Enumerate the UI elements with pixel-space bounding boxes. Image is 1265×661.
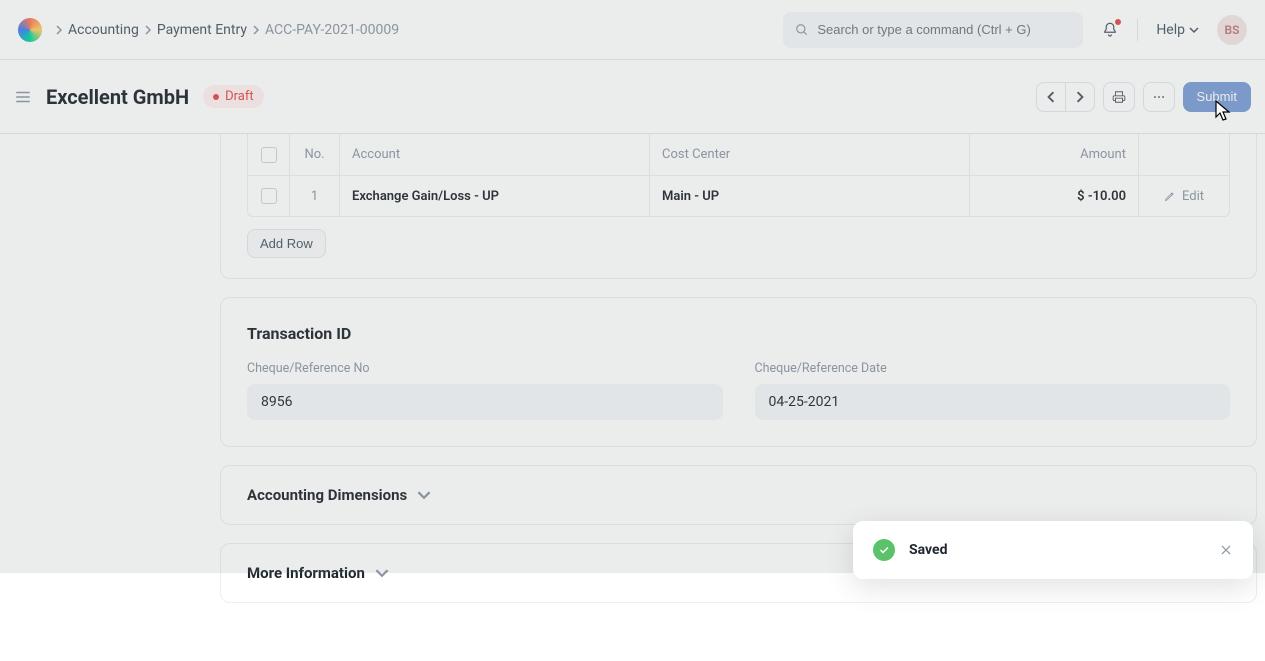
- top-navbar: Accounting Payment Entry ACC-PAY-2021-00…: [0, 0, 1265, 60]
- row-amount[interactable]: $ -10.00: [970, 176, 1139, 216]
- cheque-ref-date-value[interactable]: 04-25-2021: [755, 384, 1231, 420]
- breadcrumb-accounting[interactable]: Accounting: [68, 22, 139, 38]
- divider: [1137, 19, 1138, 41]
- sidebar-toggle-icon[interactable]: [14, 88, 32, 106]
- header-account: Account: [340, 134, 650, 175]
- pencil-icon: [1164, 190, 1176, 202]
- header-cost-center: Cost Center: [650, 134, 970, 175]
- deductions-table-card: No. Account Cost Center Amount 1 Exchang…: [220, 134, 1257, 279]
- chevron-right-icon: [251, 25, 261, 35]
- accounting-dimensions-label: Accounting Dimensions: [247, 486, 407, 504]
- chevron-right-icon: [143, 25, 153, 35]
- field-cheque-ref-date: Cheque/Reference Date 04-25-2021: [755, 361, 1231, 420]
- breadcrumb-current: ACC-PAY-2021-00009: [265, 22, 399, 38]
- help-menu[interactable]: Help: [1156, 22, 1199, 38]
- submit-button[interactable]: Submit: [1183, 82, 1251, 112]
- toast-saved: Saved: [853, 521, 1253, 579]
- table-row[interactable]: 1 Exchange Gain/Loss - UP Main - UP $ -1…: [248, 176, 1229, 216]
- search-icon: [795, 23, 809, 37]
- toast-text: Saved: [909, 542, 947, 558]
- edit-label: Edit: [1182, 189, 1204, 204]
- next-doc-button[interactable]: [1065, 82, 1095, 112]
- cheque-ref-no-value[interactable]: 8956: [247, 384, 723, 420]
- header-actions: [1139, 134, 1229, 175]
- select-all-checkbox[interactable]: [261, 147, 277, 163]
- page-toolbar: Excellent GmbH Draft Submit: [0, 60, 1265, 134]
- page-title: Excellent GmbH: [46, 85, 189, 109]
- chevron-down-icon: [375, 566, 389, 580]
- more-information-label: More Information: [247, 564, 365, 582]
- chevron-left-icon: [1045, 91, 1057, 103]
- section-title-transaction: Transaction ID: [247, 324, 1230, 343]
- header-checkbox-cell: [248, 134, 290, 175]
- table-header-row: No. Account Cost Center Amount: [248, 134, 1229, 176]
- close-icon: [1219, 543, 1233, 557]
- cheque-ref-date-label: Cheque/Reference Date: [755, 361, 1231, 376]
- chevron-down-icon: [417, 488, 431, 502]
- search-input[interactable]: [817, 22, 1071, 37]
- row-edit-button[interactable]: Edit: [1164, 189, 1204, 204]
- accounting-dimensions-card: Accounting Dimensions: [220, 465, 1257, 525]
- chevron-down-icon: [1189, 25, 1199, 35]
- chevron-right-icon: [54, 25, 64, 35]
- app-logo-icon[interactable]: [18, 18, 42, 42]
- printer-icon: [1112, 90, 1126, 104]
- cheque-ref-no-label: Cheque/Reference No: [247, 361, 723, 376]
- row-account[interactable]: Exchange Gain/Loss - UP: [340, 176, 650, 216]
- row-checkbox[interactable]: [261, 188, 277, 204]
- header-no: No.: [290, 134, 340, 175]
- add-row-button[interactable]: Add Row: [247, 229, 326, 258]
- status-badge: Draft: [203, 85, 264, 108]
- transaction-id-card: Transaction ID Cheque/Reference No 8956 …: [220, 297, 1257, 447]
- toast-close-button[interactable]: [1219, 543, 1233, 557]
- dots-icon: [1152, 90, 1166, 104]
- accounting-dimensions-toggle[interactable]: Accounting Dimensions: [247, 486, 1230, 504]
- print-button[interactable]: [1103, 82, 1135, 112]
- row-no: 1: [290, 176, 340, 216]
- global-search[interactable]: [783, 12, 1083, 48]
- avatar[interactable]: BS: [1217, 15, 1247, 45]
- header-amount: Amount: [970, 134, 1139, 175]
- notifications-icon[interactable]: [1101, 21, 1119, 39]
- field-cheque-ref-no: Cheque/Reference No 8956: [247, 361, 723, 420]
- help-label: Help: [1156, 22, 1185, 38]
- row-cost-center[interactable]: Main - UP: [650, 176, 970, 216]
- chevron-right-icon: [1074, 91, 1086, 103]
- success-icon: [873, 539, 895, 561]
- prev-doc-button[interactable]: [1036, 82, 1066, 112]
- more-menu-button[interactable]: [1143, 82, 1175, 112]
- breadcrumb-payment-entry[interactable]: Payment Entry: [157, 22, 247, 38]
